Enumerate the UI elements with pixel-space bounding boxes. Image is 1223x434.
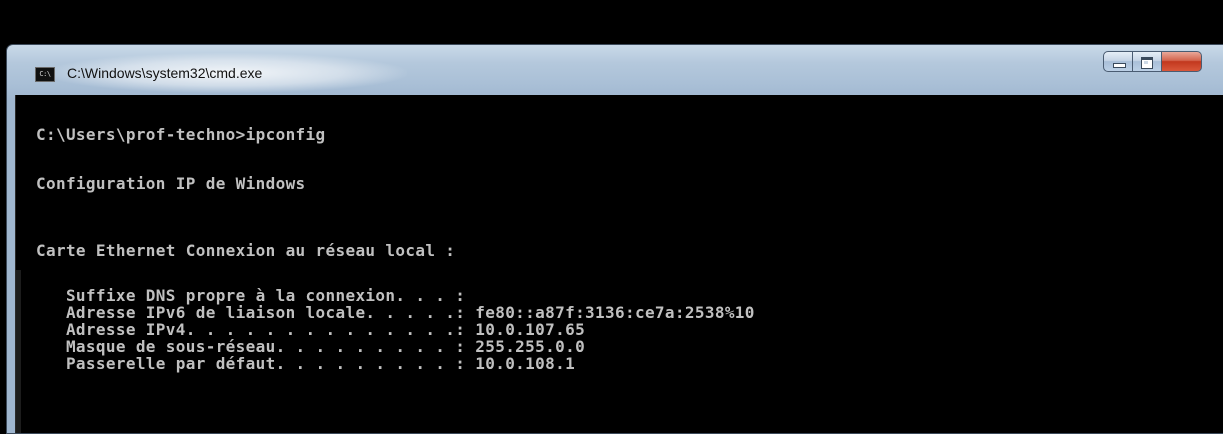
minimize-icon xyxy=(1113,63,1126,68)
window-title: C:\Windows\system32\cmd.exe xyxy=(67,65,263,81)
cmd-window: C:\ C:\Windows\system32\cmd.exe C:\Users… xyxy=(6,44,1223,434)
ipv4-address-line: Adresse IPv4. . . . . . . . . . . . . .:… xyxy=(36,320,586,339)
adapter-title: Carte Ethernet Connexion au réseau local… xyxy=(36,241,456,260)
subnet-mask-line: Masque de sous-réseau. . . . . . . . . :… xyxy=(36,337,586,356)
cmd-console-icon[interactable]: C:\ xyxy=(35,67,55,82)
close-button[interactable] xyxy=(1162,51,1202,72)
prompt-line: C:\Users\prof-techno>ipconfig xyxy=(36,125,326,144)
dns-suffix-line: Suffixe DNS propre à la connexion. . . : xyxy=(36,286,466,305)
maximize-icon xyxy=(1141,57,1153,69)
console-edge xyxy=(16,270,21,433)
window-controls xyxy=(1103,51,1202,73)
console-output[interactable]: C:\Users\prof-techno>ipconfig Configurat… xyxy=(15,95,1223,433)
title-bar[interactable]: C:\ C:\Windows\system32\cmd.exe xyxy=(7,45,1223,95)
minimize-button[interactable] xyxy=(1103,51,1133,72)
ipv6-address-line: Adresse IPv6 de liaison locale. . . . .:… xyxy=(36,303,755,322)
desktop-background xyxy=(0,0,1223,44)
default-gateway-line: Passerelle par défaut. . . . . . . . . :… xyxy=(36,354,576,373)
maximize-button[interactable] xyxy=(1133,51,1162,72)
ipconfig-header: Configuration IP de Windows xyxy=(36,174,306,193)
